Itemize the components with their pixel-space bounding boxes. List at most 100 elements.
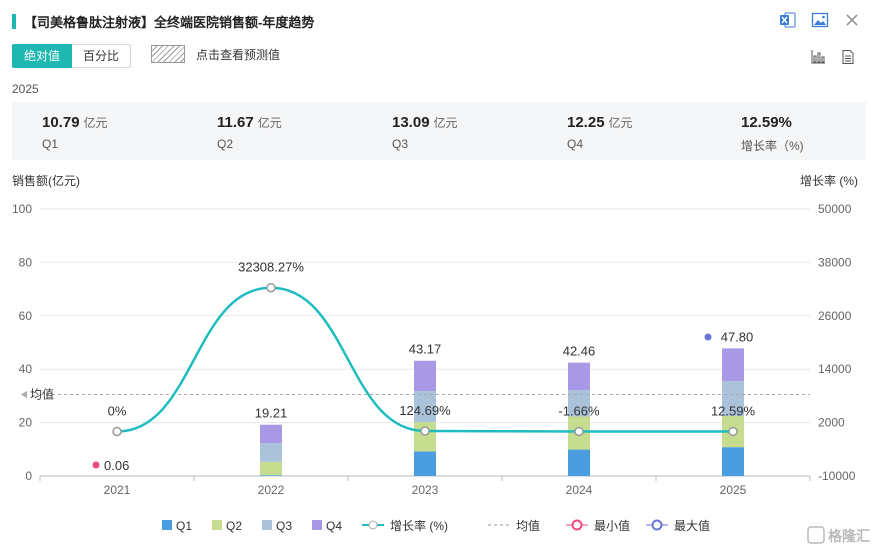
y2-axis-title: 增长率 (%): [800, 173, 858, 188]
excel-icon[interactable]: [779, 11, 797, 29]
watermark-logo-icon: [807, 526, 825, 544]
legend-growth-point: [368, 520, 378, 530]
legend-label: Q4: [326, 519, 342, 533]
summary-label: Q1: [42, 137, 59, 151]
chart-labels: 0% 32308.27% 124.69% -1.66% 12.59% 19.21 43.17…: [92, 260, 755, 473]
summary-label: 增长率（%): [741, 139, 804, 153]
bar-q4-2024: [568, 362, 590, 391]
summary-item-growth: 12.59% 增长率（%): [741, 114, 804, 154]
bar-q3-2023: [414, 391, 436, 423]
legend-swatch-q4: [312, 520, 322, 530]
summary-value: 11.67: [217, 114, 254, 131]
summary-value: 10.79: [42, 114, 80, 131]
x-tick-label: 2021: [104, 483, 131, 497]
bar-q3-2022: [260, 443, 282, 462]
tab-absolute[interactable]: 绝对值: [12, 44, 73, 68]
summary-label: Q3: [392, 137, 409, 151]
y-tick-label: 100: [12, 202, 32, 216]
x-tick-label: 2022: [258, 483, 285, 497]
bar-chart-icon[interactable]: [809, 48, 827, 66]
y-tick-label: 80: [19, 255, 33, 269]
y-tick-label: 40: [19, 362, 33, 376]
close-icon[interactable]: [843, 11, 861, 29]
chart-axes: 销售额(亿元) 增长率 (%) 0 20 40 60 80 100 -10000 2000 1400…: [12, 173, 858, 497]
legend-marker-circle: [651, 519, 663, 531]
bar-q4-2022: [260, 424, 282, 444]
bar-q1-2022: [260, 475, 282, 476]
title-accent-mark: [12, 13, 16, 29]
view-tabs: 绝对值 百分比: [12, 44, 132, 68]
document-icon[interactable]: [839, 48, 857, 66]
forecast-pattern-icon: [151, 45, 185, 63]
summary-value: 12.25: [567, 114, 605, 131]
average-marker-icon: [21, 390, 27, 398]
growth-label: 124.69%: [399, 403, 451, 418]
page-title: 【司美格鲁肽注射液】全终端医院销售额-年度趋势: [24, 14, 315, 30]
legend-label: Q2: [226, 519, 242, 533]
bar-q1-2024: [568, 449, 590, 476]
bar-q1-2023: [414, 451, 436, 476]
bar-q2-2024: [568, 416, 590, 450]
watermark-group: 格隆汇: [807, 526, 870, 544]
total-label: 19.21: [255, 406, 288, 421]
image-icon[interactable]: [811, 11, 829, 29]
summary-unit: 亿元: [433, 116, 458, 130]
legend-label: 最小值: [594, 518, 630, 533]
legend-label: Q3: [276, 519, 292, 533]
summary-unit: 亿元: [83, 116, 108, 130]
summary-unit: 亿元: [257, 116, 282, 130]
y2-tick-label: 2000: [818, 416, 845, 430]
chart-bars: [106, 348, 744, 476]
tab-percentage[interactable]: 百分比: [72, 44, 132, 68]
average-label: 均值: [30, 386, 54, 401]
y2-tick-label: 50000: [818, 202, 852, 216]
view-icons: [809, 48, 857, 66]
forecast-toggle[interactable]: 点击查看预测值: [151, 45, 280, 63]
bar-q4-2025: [722, 348, 744, 382]
bar-q2-2022: [260, 461, 282, 476]
growth-point: [728, 426, 738, 437]
y-axis-title: 销售额(亿元): [12, 173, 80, 188]
watermark-text: 格隆汇: [828, 528, 870, 544]
summary-value: 12.59%: [741, 114, 792, 131]
legend-label: 均值: [516, 518, 540, 533]
chart-grid: [40, 208, 810, 424]
total-label: 43.17: [409, 342, 442, 357]
bar-q2-2023: [414, 422, 436, 452]
legend-label: 最大值: [674, 518, 710, 533]
growth-line: [116, 286, 734, 433]
legend-swatch-q2: [212, 520, 222, 530]
min-marker: [92, 461, 100, 469]
growth-label: -1.66%: [558, 404, 600, 419]
legend-label: 增长率 (%): [390, 518, 448, 533]
bar-q3-2025: [722, 381, 744, 417]
bar-q4-2023: [414, 360, 436, 392]
growth-point: [420, 426, 430, 436]
bar-q2-2025: [722, 416, 744, 448]
growth-point: [574, 426, 584, 437]
x-tick-label: 2023: [412, 483, 439, 497]
total-label: 47.80: [721, 329, 754, 344]
y2-tick-label: 26000: [818, 309, 852, 323]
max-marker: [704, 333, 712, 341]
legend-marker-circle: [571, 519, 583, 531]
growth-point: [112, 426, 122, 437]
title-bar: 【司美格鲁肽注射液】全终端医院销售额-年度趋势: [12, 10, 314, 32]
total-label: 42.46: [563, 344, 596, 359]
x-tick-label: 2025: [720, 483, 747, 497]
legend-label: Q1: [176, 519, 192, 533]
growth-label: 0%: [108, 404, 127, 419]
summary-item-q1: 10.79 亿元 Q1: [42, 114, 108, 151]
y2-tick-label: -10000: [818, 469, 856, 483]
forecast-label: 点击查看预测值: [196, 47, 281, 62]
legend-swatch-q1: [162, 520, 172, 530]
growth-label: 32308.27%: [238, 260, 304, 275]
x-tick-label: 2024: [566, 483, 593, 497]
y2-tick-label: 38000: [818, 255, 852, 269]
y-tick-label: 60: [19, 309, 33, 323]
growth-line-group: 均值: [21, 282, 810, 437]
summary-label: Q2: [217, 137, 234, 151]
summary-item-q3: 13.09 亿元 Q3: [392, 114, 458, 151]
growth-point: [266, 282, 276, 293]
summary-panel: 10.79 亿元 Q1 11.67 亿元 Q2 13.09 亿元 Q3 12.25 亿元…: [12, 102, 866, 160]
